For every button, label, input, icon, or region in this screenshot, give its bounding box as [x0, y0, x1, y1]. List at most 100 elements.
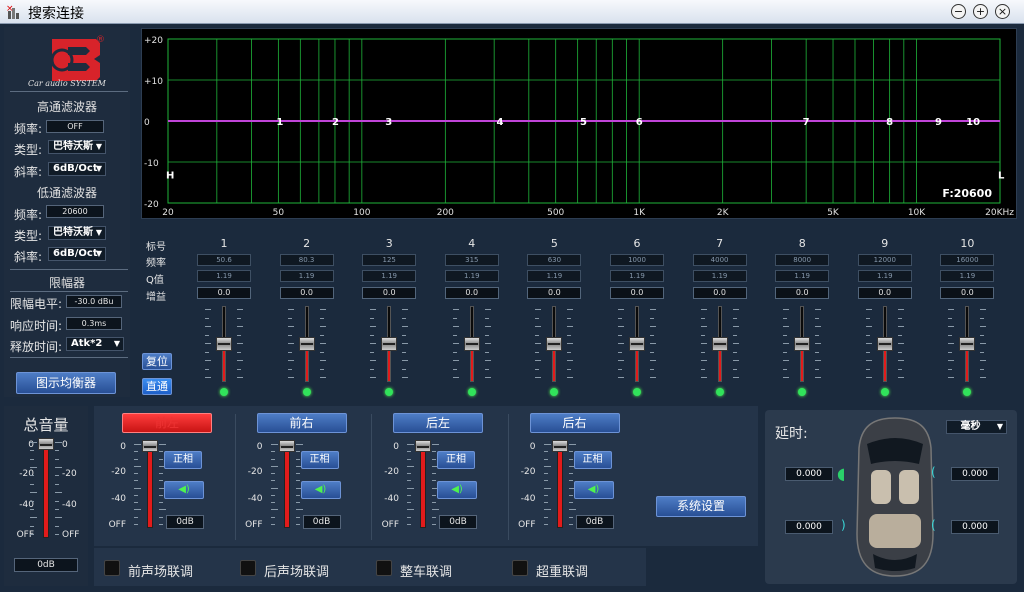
mute-toggle[interactable]: ◀)	[164, 481, 204, 499]
band-q-input[interactable]: 1.19	[692, 270, 747, 282]
band-freq-input[interactable]: 12000	[857, 254, 912, 266]
channel-name-button[interactable]: 后左	[393, 413, 483, 433]
hp-marker[interactable]: H	[166, 170, 174, 181]
band-q-input[interactable]: 1.19	[610, 270, 664, 282]
fader-knob[interactable]	[551, 440, 568, 452]
band-q-input[interactable]: 1.19	[527, 270, 582, 282]
fader-knob[interactable]	[142, 440, 158, 452]
link-checkbox[interactable]	[376, 560, 392, 576]
channel-name-button[interactable]: 前右	[256, 413, 347, 433]
band-gain-fader[interactable]	[370, 306, 409, 382]
band-freq-input[interactable]: 1000	[610, 254, 664, 266]
band-gain-fader[interactable]	[948, 306, 987, 382]
band-q-input[interactable]: 1.19	[362, 270, 417, 282]
band-freq-input[interactable]: 16000	[940, 254, 995, 266]
band-freq-input[interactable]: 8000	[775, 254, 830, 266]
bypass-button[interactable]: 直通	[142, 378, 172, 395]
band-marker-10[interactable]: 10	[966, 117, 980, 128]
fader-knob[interactable]	[629, 337, 645, 351]
fader-knob[interactable]	[546, 337, 563, 351]
band-gain-input[interactable]: 0.0	[279, 287, 334, 299]
attack-time-input[interactable]: 0.3ms	[66, 317, 122, 330]
band-freq-input[interactable]: 50.6	[197, 254, 251, 266]
channel-name-button[interactable]: 前左	[122, 413, 212, 433]
link-label[interactable]: 后声场联调	[264, 561, 329, 580]
band-gain-fader[interactable]	[700, 306, 739, 382]
volume-fader[interactable]	[415, 440, 431, 532]
mute-toggle[interactable]: ◀)	[300, 481, 341, 499]
band-gain-fader[interactable]	[783, 306, 822, 382]
link-checkbox[interactable]	[104, 560, 120, 576]
release-time-select[interactable]: Atk*2	[66, 337, 124, 351]
band-gain-fader[interactable]	[452, 306, 491, 382]
band-q-input[interactable]: 1.19	[197, 270, 251, 282]
channel-name-button[interactable]: 后右	[529, 413, 620, 433]
minimize-icon[interactable]: −	[951, 4, 966, 19]
band-gain-input[interactable]: 0.0	[857, 287, 912, 299]
hp-freq-input[interactable]: OFF	[46, 120, 104, 133]
band-marker-9[interactable]: 9	[935, 117, 942, 128]
fader-knob[interactable]	[876, 337, 893, 351]
band-freq-input[interactable]: 80.3	[279, 254, 334, 266]
hp-slope-select[interactable]: 6dB/Oct	[48, 162, 106, 176]
channel-level-value[interactable]: 0dB	[575, 515, 614, 529]
band-marker-4[interactable]: 4	[497, 117, 504, 128]
link-checkbox[interactable]	[512, 560, 528, 576]
lp-slope-select[interactable]: 6dB/Oct	[48, 247, 106, 261]
band-q-input[interactable]: 1.19	[279, 270, 334, 282]
fader-knob[interactable]	[415, 440, 431, 452]
fader-knob[interactable]	[794, 337, 811, 351]
lp-type-select[interactable]: 巴特沃斯	[48, 226, 106, 240]
band-gain-fader[interactable]	[618, 306, 656, 382]
band-gain-input[interactable]: 0.0	[610, 287, 664, 299]
phase-button[interactable]: 正相	[573, 451, 612, 469]
hp-type-select[interactable]: 巴特沃斯	[48, 140, 106, 154]
lp-marker[interactable]: L	[998, 170, 1005, 181]
graphic-eq-button[interactable]: 图示均衡器	[16, 372, 116, 394]
band-q-input[interactable]: 1.19	[775, 270, 830, 282]
eq-graph-canvas[interactable]: +20 +10 0 -10 -2020 50 100 200 500 1K 2K 5K 10K 20KHz…	[142, 29, 1016, 218]
band-marker-7[interactable]: 7	[803, 117, 810, 128]
system-settings-button[interactable]: 系统设置	[656, 496, 746, 517]
band-gain-input[interactable]: 0.0	[362, 287, 417, 299]
band-gain-fader[interactable]	[205, 306, 243, 382]
band-freq-input[interactable]: 630	[527, 254, 582, 266]
delay-unit-select[interactable]: 毫秒	[946, 420, 1007, 434]
channel-level-value[interactable]: 0dB	[439, 515, 477, 529]
band-gain-fader[interactable]	[535, 306, 574, 382]
fader-knob[interactable]	[38, 438, 54, 450]
band-marker-1[interactable]: 1	[276, 117, 283, 128]
band-q-input[interactable]: 1.19	[857, 270, 912, 282]
delay-rear-right-input[interactable]: 0.000	[951, 520, 999, 534]
delay-front-right-input[interactable]: 0.000	[951, 467, 999, 481]
phase-button[interactable]: 正相	[164, 451, 202, 469]
band-marker-6[interactable]: 6	[636, 117, 643, 128]
mute-toggle[interactable]: ◀)	[437, 481, 477, 499]
band-q-input[interactable]: 1.19	[444, 270, 499, 282]
band-gain-input[interactable]: 0.0	[940, 287, 995, 299]
band-freq-input[interactable]: 4000	[692, 254, 747, 266]
eq-response-graph[interactable]: +20 +10 0 -10 -20 20 50 100 200 500 1K 2K 5K 10K 20KHz…	[141, 28, 1017, 219]
delay-rear-left-input[interactable]: 0.000	[785, 520, 833, 534]
maximize-icon[interactable]: +	[973, 4, 988, 19]
master-volume-value[interactable]: 0dB	[14, 558, 78, 572]
link-label[interactable]: 整车联调	[400, 561, 452, 580]
band-gain-fader[interactable]	[865, 306, 904, 382]
fader-knob[interactable]	[463, 337, 480, 351]
fader-knob[interactable]	[381, 337, 398, 351]
band-marker-8[interactable]: 8	[886, 117, 893, 128]
fader-knob[interactable]	[278, 440, 295, 452]
lp-freq-input[interactable]: 20600	[46, 205, 104, 218]
band-freq-input[interactable]: 125	[362, 254, 417, 266]
band-gain-input[interactable]: 0.0	[197, 287, 251, 299]
fader-knob[interactable]	[298, 337, 315, 351]
band-freq-input[interactable]: 315	[444, 254, 499, 266]
band-gain-input[interactable]: 0.0	[444, 287, 499, 299]
fader-knob[interactable]	[959, 337, 976, 351]
band-marker-5[interactable]: 5	[580, 117, 587, 128]
volume-fader[interactable]	[38, 438, 54, 542]
channel-level-value[interactable]: 0dB	[166, 515, 204, 529]
link-label[interactable]: 前声场联调	[128, 561, 193, 580]
channel-level-value[interactable]: 0dB	[302, 515, 341, 529]
volume-fader[interactable]	[551, 440, 568, 532]
